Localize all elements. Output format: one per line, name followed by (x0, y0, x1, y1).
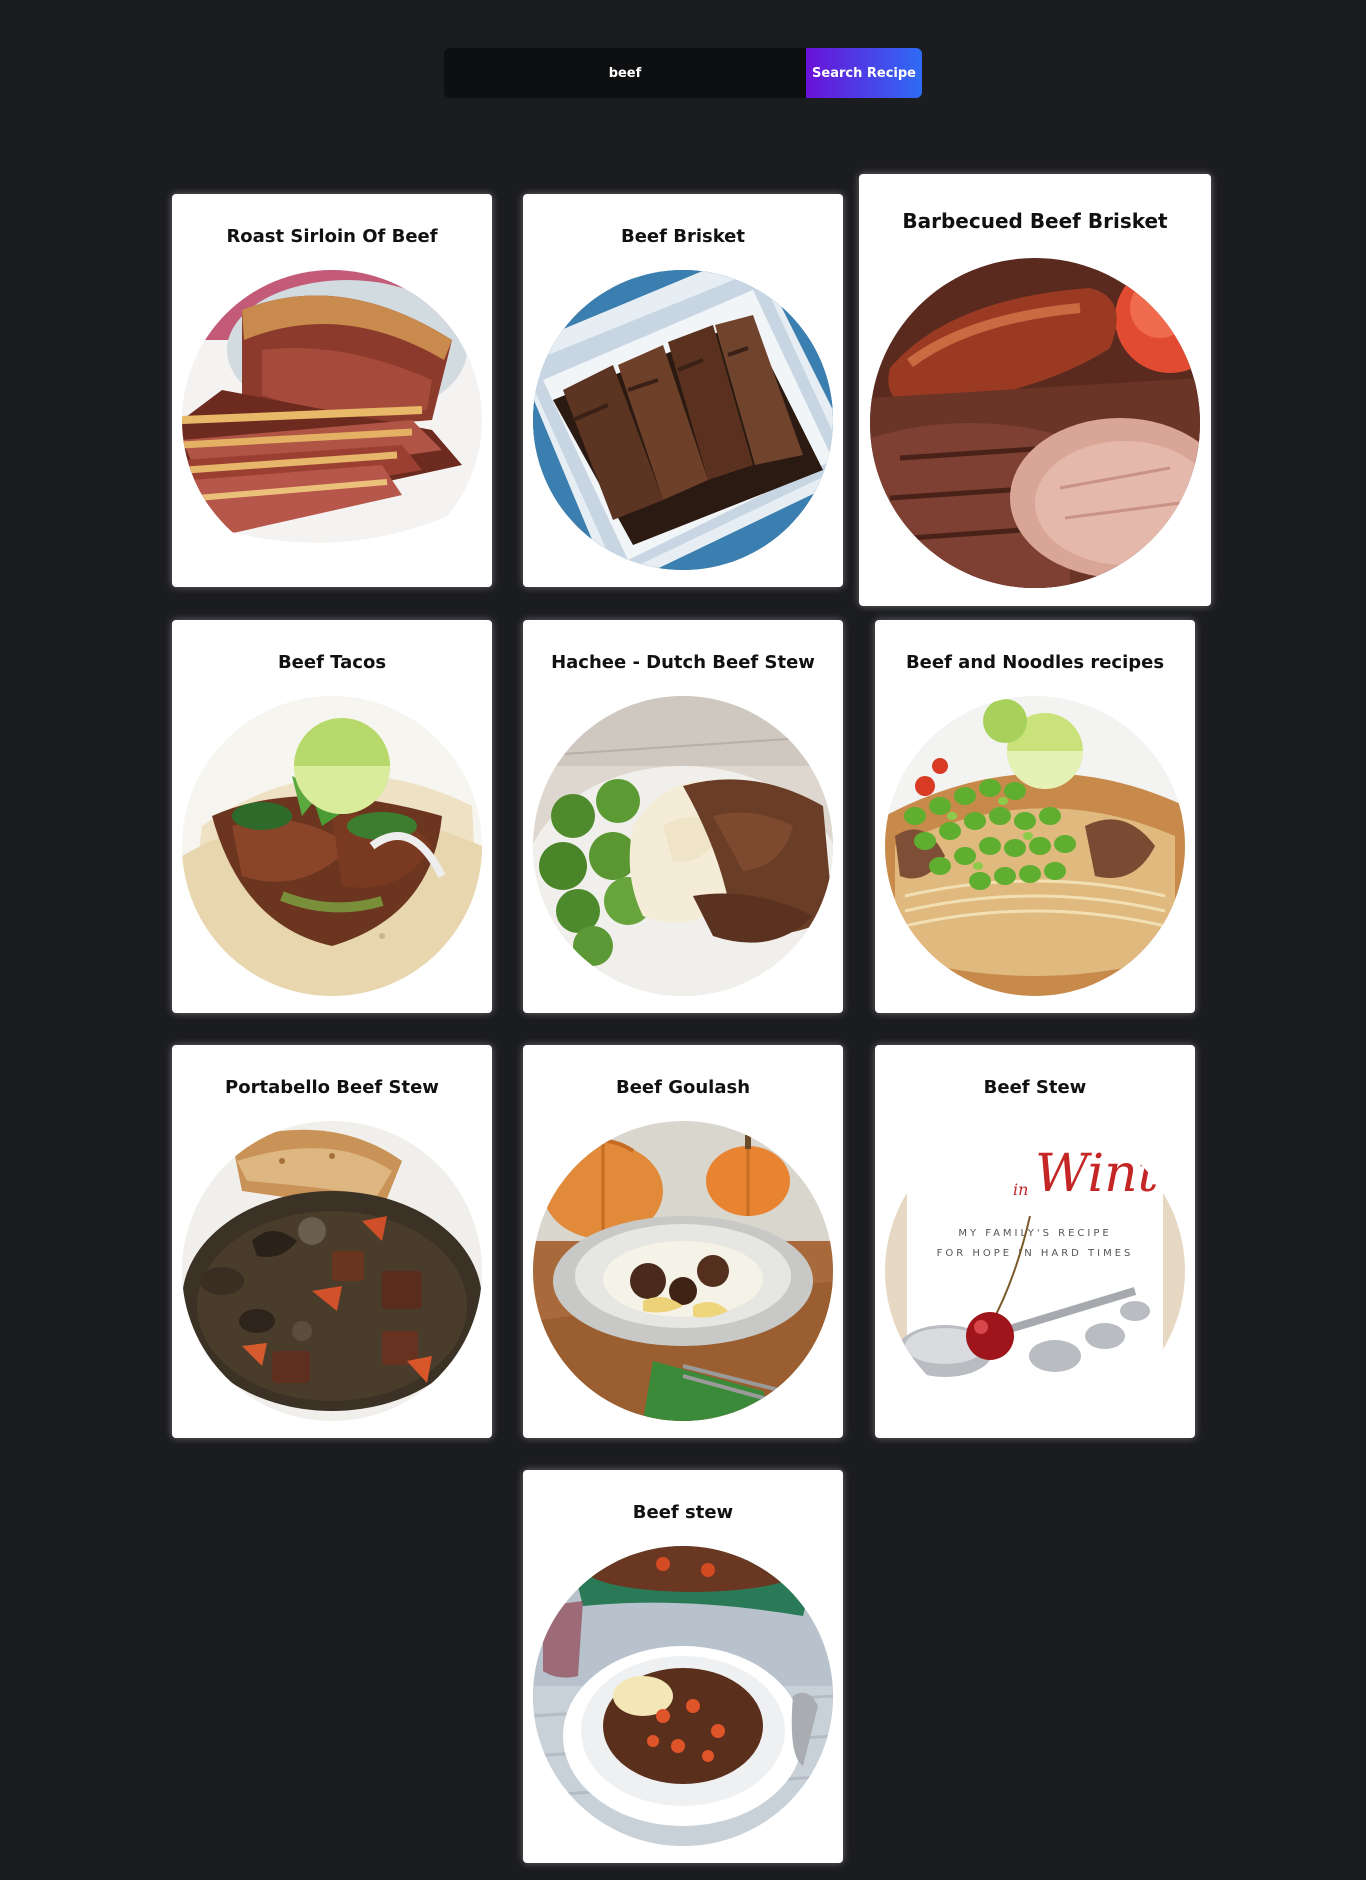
book-small-word: in (1013, 1180, 1028, 1199)
recipe-image-barbecued-beef-brisket (870, 258, 1200, 588)
recipe-card-roast-sirloin-of-beef[interactable]: Roast Sirloin Of Beef (172, 194, 492, 587)
book-line-2: FOR HOPE IN HARD TIMES (937, 1248, 1134, 1259)
recipe-title: Hachee - Dutch Beef Stew (551, 652, 815, 673)
recipe-card-portabello-beef-stew[interactable]: Portabello Beef Stew (172, 1045, 492, 1438)
recipe-card-barbecued-beef-brisket[interactable]: Barbecued Beef Brisket (859, 174, 1211, 606)
search-input[interactable] (444, 48, 806, 98)
recipe-card-beef-brisket[interactable]: Beef Brisket (523, 194, 843, 587)
recipe-image-beef-goulash (533, 1121, 833, 1421)
recipe-card-beef-goulash[interactable]: Beef Goulash (523, 1045, 843, 1438)
recipe-image-portabello-beef-stew (182, 1121, 482, 1421)
recipe-image-beef-and-noodles (885, 696, 1185, 996)
recipe-title: Barbecued Beef Brisket (902, 209, 1168, 233)
recipe-title: Beef Stew (983, 1077, 1087, 1098)
recipe-image-beef-stew-book-cover: in Winter MY FAMILY'S RECIPE FOR HOPE IN… (885, 1121, 1185, 1421)
recipe-title: Beef stew (632, 1502, 734, 1523)
recipe-card-beef-tacos[interactable]: Beef Tacos (172, 620, 492, 1013)
book-line-1: MY FAMILY'S RECIPE (958, 1228, 1111, 1239)
recipe-card-beef-and-noodles[interactable]: Beef and Noodles recipes (875, 620, 1195, 1013)
recipe-title: Beef Goulash (615, 1077, 751, 1098)
recipe-image-roast-sirloin (182, 270, 482, 570)
recipe-image-beef-tacos (182, 696, 482, 996)
recipe-title: Portabello Beef Stew (225, 1077, 439, 1098)
search-bar: Search Recipe (444, 48, 922, 98)
recipe-image-hachee (533, 696, 833, 996)
recipe-image-beef-brisket (533, 270, 833, 570)
recipe-card-beef-stew-2[interactable]: Beef stew (523, 1470, 843, 1863)
recipe-title: Beef Tacos (277, 652, 387, 673)
recipe-card-hachee-dutch-beef-stew[interactable]: Hachee - Dutch Beef Stew (523, 620, 843, 1013)
search-recipe-button[interactable]: Search Recipe (806, 48, 922, 98)
recipe-card-beef-stew[interactable]: Beef Stew in Winter MY FAMILY'S RECIPE F… (875, 1045, 1195, 1438)
recipe-title: Beef Brisket (620, 226, 745, 247)
recipe-image-beef-stew-2 (533, 1546, 833, 1846)
recipe-title: Beef and Noodles recipes (905, 652, 1165, 673)
recipe-title: Roast Sirloin Of Beef (226, 226, 438, 247)
book-script-word: Winter (1035, 1144, 1185, 1204)
